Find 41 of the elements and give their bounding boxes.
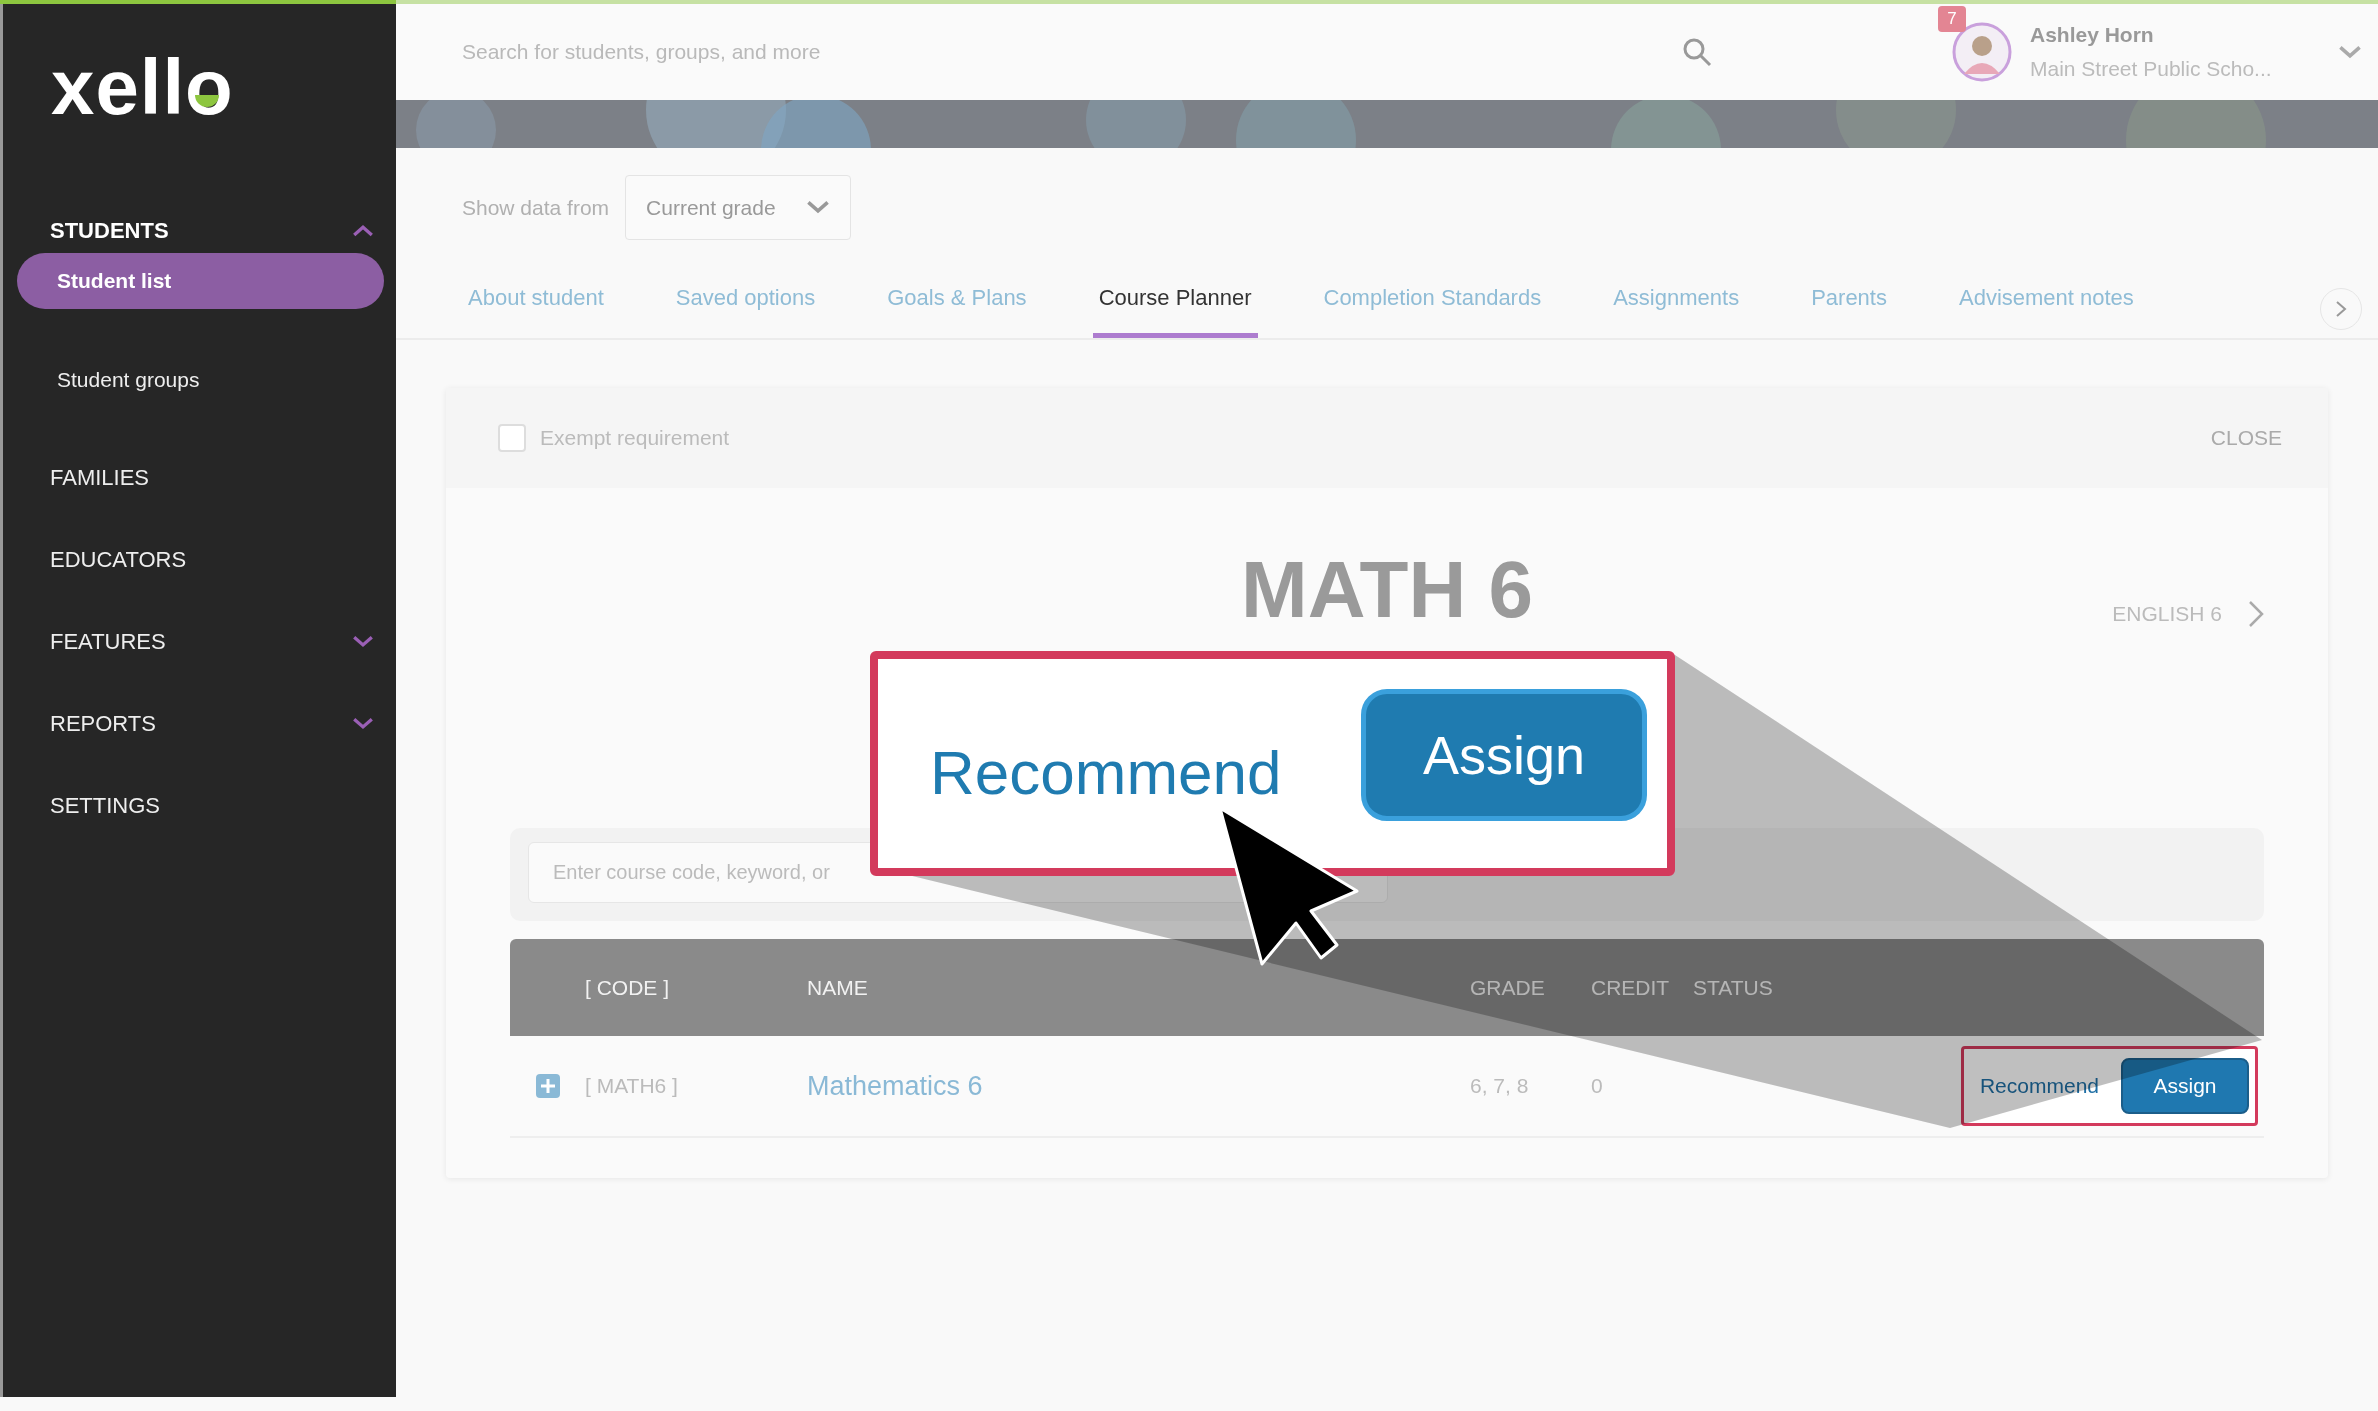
chevron-right-icon (2335, 300, 2347, 318)
table-cell-text: 0 (1591, 1074, 1604, 1098)
user-name: Ashley Horn (2030, 23, 2155, 47)
nav-section[interactable]: REPORTS (3, 683, 396, 765)
table-cell-text: [ MATH6 ] (585, 1074, 679, 1098)
assign-button[interactable]: Assign (2121, 1058, 2249, 1114)
exempt-checkbox[interactable] (498, 424, 526, 452)
avatar[interactable] (1952, 22, 2012, 82)
table-cell-text: 6, 7, 8 (1470, 1074, 1530, 1098)
column-header: CREDIT (1591, 975, 1671, 1000)
tab[interactable]: Course Planner (1092, 284, 1258, 338)
nav-item[interactable]: Student list (17, 253, 384, 309)
smile-icon (193, 94, 220, 108)
chevron-right-icon[interactable] (2248, 600, 2264, 628)
nav-item[interactable]: Student groups (17, 352, 384, 408)
nav-section[interactable]: FEATURES (3, 601, 396, 683)
nav-section[interactable]: STUDENTS (3, 209, 396, 253)
chevron-down-icon (352, 717, 374, 731)
chevron-down-icon (2338, 44, 2362, 60)
nav-item[interactable]: SETTINGS (3, 765, 396, 847)
chevron-up-icon (352, 224, 374, 238)
recommend-button[interactable]: Recommend (930, 737, 1361, 808)
nav-item[interactable]: FAMILIES (3, 437, 396, 519)
filter-label: Show data from (462, 195, 610, 220)
chevron-down-icon (352, 635, 374, 649)
recommend-button[interactable]: Recommend (1973, 1073, 2105, 1099)
course-title: MATH 6 (1241, 544, 1533, 636)
column-header: NAME (807, 975, 869, 1000)
column-header: [ CODE ] (585, 975, 670, 1000)
checkbox-label: Exempt requirement (540, 426, 731, 450)
grade-dropdown[interactable]: Current grade (625, 175, 851, 240)
expand-icon[interactable] (535, 1074, 560, 1098)
column-header: STATUS (1693, 975, 1774, 1000)
school-name: Main Street Public Scho... (2030, 57, 2273, 81)
logo: xello (51, 42, 234, 133)
chevron-down-icon (805, 200, 830, 215)
assign-button[interactable]: Assign (1361, 688, 1647, 821)
notification-badge: 7 (1938, 6, 1966, 32)
column-header: GRADE (1470, 975, 1546, 1000)
search-icon[interactable] (1682, 37, 1712, 67)
nav-item[interactable]: EDUCATORS (3, 519, 396, 601)
